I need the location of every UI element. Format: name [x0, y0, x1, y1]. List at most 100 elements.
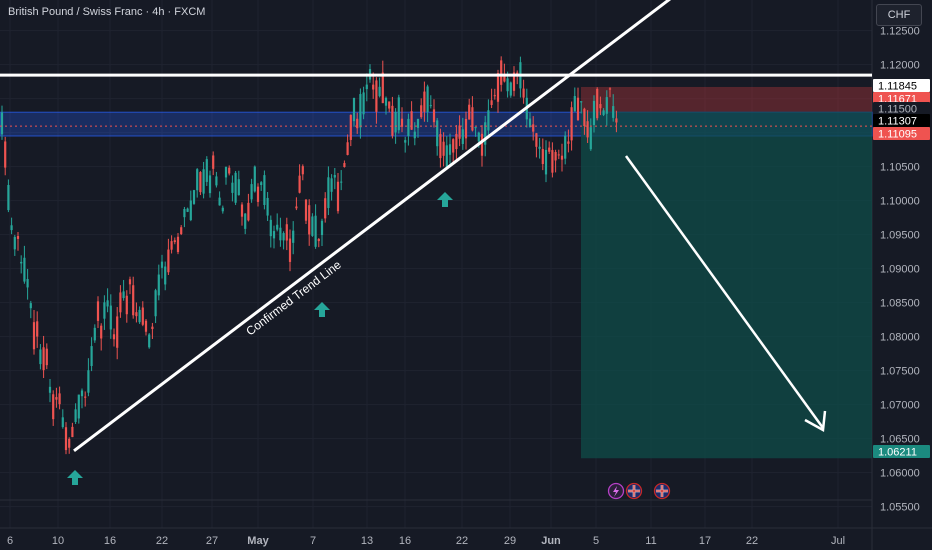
candle-body: [157, 274, 160, 296]
x-tick-label: 22: [156, 535, 168, 547]
candle-body: [282, 233, 285, 241]
candle-body: [420, 105, 423, 118]
candle-body: [32, 322, 36, 350]
candle-body: [138, 309, 141, 323]
candle-body: [269, 219, 272, 237]
candle-body: [125, 295, 128, 315]
candle-body: [90, 346, 93, 366]
candle-body: [29, 303, 32, 309]
candle-body: [586, 121, 589, 138]
currency-button[interactable]: CHF: [876, 4, 922, 26]
candle-body: [218, 197, 221, 206]
price-tag-value: 1.06211: [878, 447, 917, 459]
candle-body: [122, 291, 125, 299]
y-tick-label: 1.08000: [880, 332, 920, 344]
candle-body: [240, 204, 244, 217]
candle-body: [183, 209, 186, 218]
candle-body: [10, 225, 13, 231]
candle-body: [596, 88, 599, 119]
candle-body: [372, 84, 375, 90]
candle-body: [224, 166, 228, 178]
candle-body: [228, 167, 231, 174]
candle-body: [439, 134, 442, 159]
candle-body: [605, 97, 608, 114]
candle-body: [615, 118, 618, 123]
candle-body: [535, 133, 538, 147]
x-tick-label: 13: [361, 535, 373, 547]
candle-body: [285, 224, 288, 241]
candle-body: [410, 111, 413, 130]
candle-body: [13, 236, 16, 250]
candle-body: [416, 118, 420, 128]
candle-body: [298, 175, 301, 193]
x-tick-label: 10: [52, 535, 64, 547]
candle-body: [314, 215, 317, 247]
candle-body: [272, 231, 276, 239]
candle-body: [599, 104, 602, 109]
candle-body: [45, 348, 48, 366]
candle-body: [234, 172, 237, 203]
candle-body: [144, 320, 148, 332]
candle-body: [330, 178, 333, 192]
candle-body: [480, 133, 484, 156]
candle-body: [180, 227, 183, 235]
candle-body: [448, 144, 452, 155]
take-profit-zone: [581, 111, 872, 459]
candle-body: [266, 197, 269, 216]
candle-body: [135, 312, 138, 317]
candle-body: [128, 279, 132, 285]
candle-body: [349, 114, 352, 140]
candle-body: [576, 97, 580, 121]
candle-body: [423, 91, 426, 112]
candle-body: [509, 82, 512, 96]
x-tick-label: 11: [645, 535, 656, 547]
candle-body: [84, 396, 87, 398]
price-tag: 1.11500: [873, 102, 930, 116]
candle-body: [292, 230, 295, 243]
candle-body: [36, 321, 39, 337]
y-tick-label: 1.12500: [880, 26, 920, 38]
candle-body: [362, 92, 365, 115]
candle-body: [93, 327, 96, 341]
candle-body: [359, 94, 362, 128]
candle-body: [106, 300, 109, 307]
candle-body: [378, 86, 381, 97]
candle-body: [384, 97, 388, 106]
candle-body: [560, 155, 564, 160]
candle-body: [221, 207, 224, 212]
candle-body: [167, 249, 170, 273]
candle-body: [429, 105, 432, 107]
candle-body: [311, 216, 314, 236]
candle-body: [356, 118, 359, 129]
price-tag: 1.11845: [873, 79, 930, 93]
price-tag: 1.11307: [873, 114, 930, 128]
y-tick-label: 1.09500: [880, 230, 920, 242]
candle-body: [458, 125, 461, 139]
candle-body: [343, 163, 346, 168]
x-tick-label: 5: [593, 535, 599, 547]
candle-body: [404, 140, 407, 143]
candle-body: [151, 326, 154, 330]
candle-body: [592, 100, 596, 125]
candle-body: [397, 97, 400, 131]
candle-body: [279, 227, 282, 241]
candle-body: [212, 155, 215, 169]
chart-window[interactable]: 1.125001.120001.115001.110001.105001.100…: [0, 0, 932, 550]
candle-body: [500, 60, 503, 85]
candle-body: [532, 124, 535, 132]
candle-body: [80, 390, 84, 397]
candle-body: [477, 132, 480, 142]
candle-body: [474, 127, 477, 129]
candle-body: [64, 427, 68, 451]
candle-body: [295, 206, 298, 209]
candle-body: [432, 109, 436, 123]
candle-body: [61, 417, 64, 428]
candle-body: [340, 181, 343, 183]
price-tag-value: 1.11845: [878, 81, 917, 93]
symbol-title: British Pound / Swiss Franc · 4h · FXCM: [8, 6, 206, 18]
candle-body: [490, 100, 493, 105]
y-tick-label: 1.07500: [880, 366, 920, 378]
x-tick-label: 7: [310, 535, 316, 547]
y-tick-label: 1.12000: [880, 60, 920, 72]
price-chart[interactable]: 1.125001.120001.115001.110001.105001.100…: [0, 0, 932, 550]
